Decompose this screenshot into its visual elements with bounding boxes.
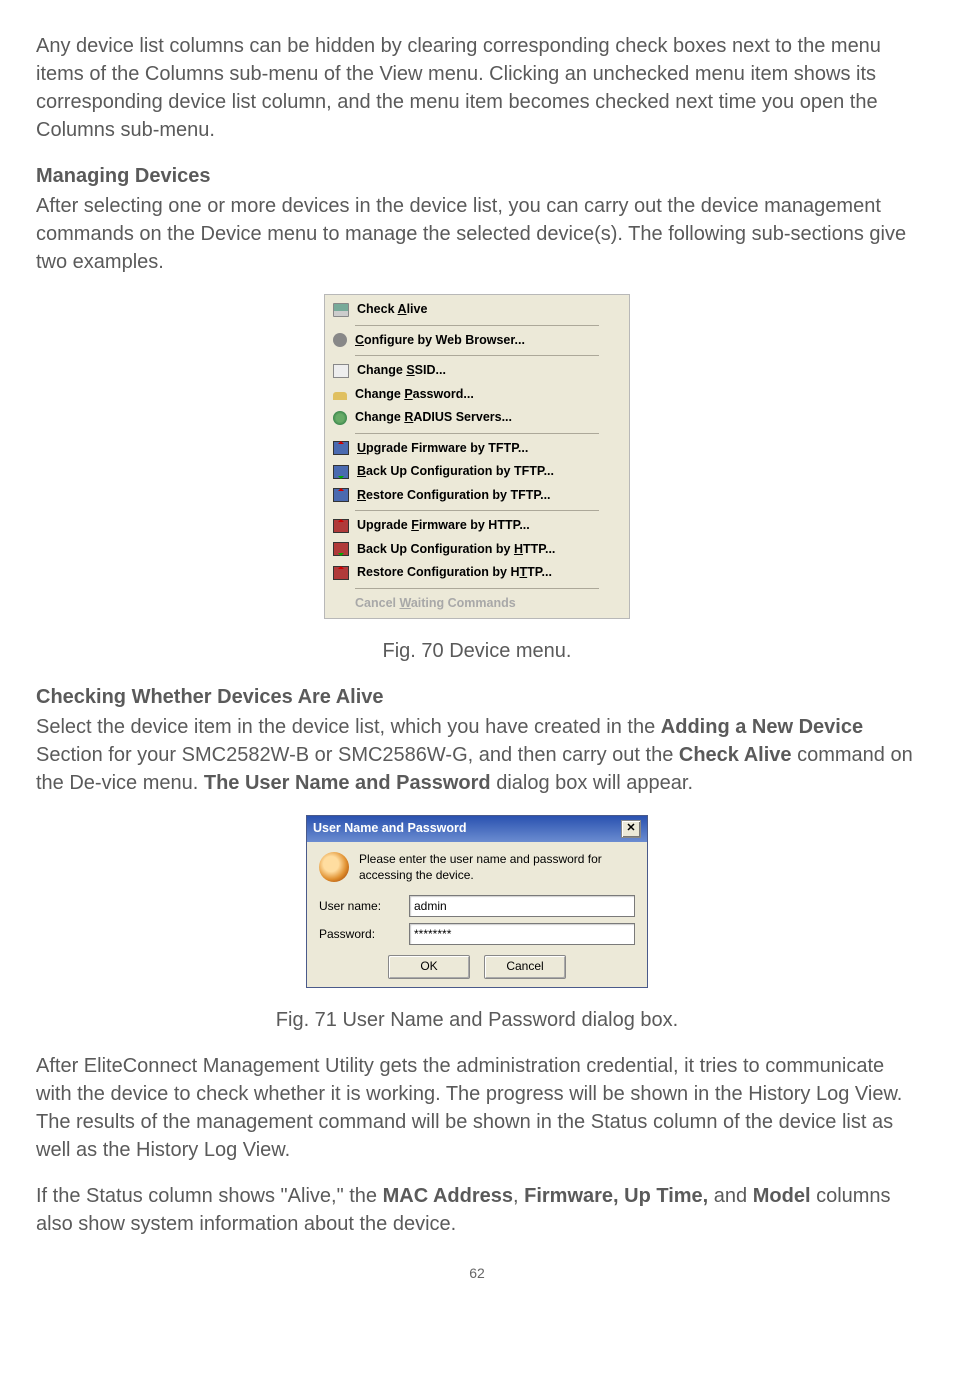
key-icon <box>333 392 347 400</box>
menu-item-upgrade-fw-http[interactable]: Upgrade Firmware by HTTP... <box>327 514 627 538</box>
menu-item-label: Upgrade Firmware by TFTP... <box>357 440 528 458</box>
menu-separator <box>355 325 599 326</box>
menu-item-label: Upgrade Firmware by HTTP... <box>357 517 530 535</box>
upload-http-icon <box>333 519 349 533</box>
password-input[interactable] <box>409 923 635 945</box>
upload-tftp-icon <box>333 441 349 455</box>
menu-item-change-radius[interactable]: Change RADIUS Servers... <box>327 406 627 430</box>
download-http-icon <box>333 542 349 556</box>
dialog-titlebar: User Name and Password ✕ <box>307 816 647 842</box>
menu-item-backup-tftp[interactable]: Back Up Configuration by TFTP... <box>327 460 627 484</box>
close-icon[interactable]: ✕ <box>621 820 641 838</box>
menu-separator <box>355 510 599 511</box>
intro-paragraph: Any device list columns can be hidden by… <box>36 32 918 144</box>
username-label: User name: <box>319 898 409 915</box>
menu-item-label: Change SSID... <box>357 362 446 380</box>
menu-item-label: Configure by Web Browser... <box>355 332 525 350</box>
after-credential-paragraph: After EliteConnect Management Utility ge… <box>36 1052 918 1164</box>
menu-item-change-password[interactable]: Change Password... <box>327 383 627 407</box>
menu-item-label: Check Alive <box>357 301 427 319</box>
managing-devices-paragraph: After selecting one or more devices in t… <box>36 192 918 276</box>
monitor-icon <box>333 303 349 317</box>
cancel-icon <box>333 596 347 610</box>
cancel-button[interactable]: Cancel <box>484 955 566 979</box>
menu-item-label: Change RADIUS Servers... <box>355 409 512 427</box>
menu-item-restore-tftp[interactable]: Restore Configuration by TFTP... <box>327 484 627 508</box>
menu-item-label: Back Up Configuration by TFTP... <box>357 463 554 481</box>
menu-item-label: Cancel Waiting Commands <box>355 595 516 613</box>
menu-item-upgrade-fw-tftp[interactable]: Upgrade Firmware by TFTP... <box>327 437 627 461</box>
menu-separator <box>355 433 599 434</box>
menu-item-label: Change Password... <box>355 386 474 404</box>
figure-70-caption: Fig. 70 Device menu. <box>36 637 918 665</box>
wave-icon <box>333 364 349 378</box>
menu-item-label: Restore Configuration by HTTP... <box>357 564 552 582</box>
globe-icon <box>333 411 347 425</box>
menu-item-label: Restore Configuration by TFTP... <box>357 487 551 505</box>
dialog-title-text: User Name and Password <box>313 820 467 838</box>
menu-item-change-ssid[interactable]: Change SSID... <box>327 359 627 383</box>
restore-http-icon <box>333 566 349 580</box>
page-number: 62 <box>36 1264 918 1284</box>
menu-item-configure-web[interactable]: Configure by Web Browser... <box>327 329 627 353</box>
restore-tftp-icon <box>333 488 349 502</box>
username-input[interactable] <box>409 895 635 917</box>
menu-separator <box>355 355 599 356</box>
menu-item-check-alive[interactable]: Check Alive <box>327 298 627 322</box>
dialog-message: Please enter the user name and password … <box>359 852 635 883</box>
managing-devices-heading: Managing Devices <box>36 162 918 190</box>
menu-item-cancel-waiting: Cancel Waiting Commands <box>327 592 627 616</box>
menu-item-label: Back Up Configuration by HTTP... <box>357 541 555 559</box>
figure-71-caption: Fig. 71 User Name and Password dialog bo… <box>36 1006 918 1034</box>
download-tftp-icon <box>333 465 349 479</box>
checking-alive-heading: Checking Whether Devices Are Alive <box>36 683 918 711</box>
menu-separator <box>355 588 599 589</box>
checking-alive-paragraph: Select the device item in the device lis… <box>36 713 918 797</box>
menu-item-backup-http[interactable]: Back Up Configuration by HTTP... <box>327 538 627 562</box>
ok-button[interactable]: OK <box>388 955 470 979</box>
credential-icon <box>319 852 349 882</box>
gear-icon <box>333 333 347 347</box>
status-alive-paragraph: If the Status column shows "Alive," the … <box>36 1182 918 1238</box>
menu-item-restore-http[interactable]: Restore Configuration by HTTP... <box>327 561 627 585</box>
device-menu: Check Alive Configure by Web Browser... … <box>324 294 630 619</box>
username-password-dialog: User Name and Password ✕ Please enter th… <box>306 815 648 988</box>
password-label: Password: <box>319 926 409 943</box>
